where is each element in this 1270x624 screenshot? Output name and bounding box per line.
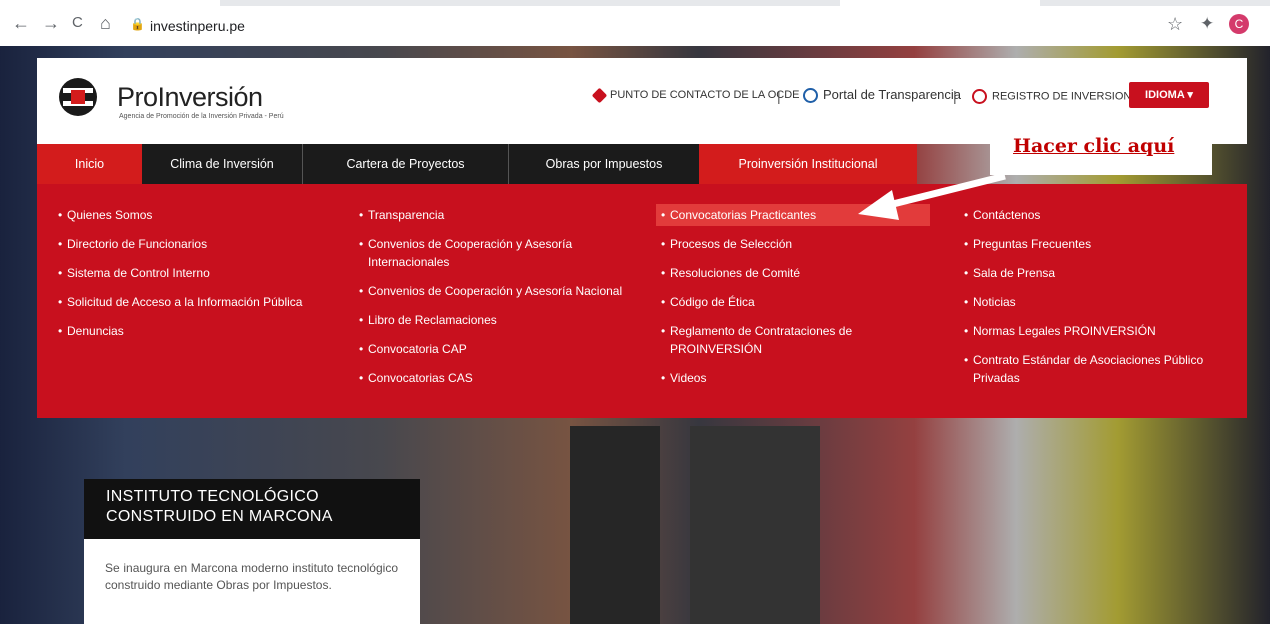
header-separator: |: [777, 88, 781, 104]
brand-name[interactable]: ProInversión: [117, 82, 263, 113]
address-bar[interactable]: investinperu.pe: [150, 18, 245, 34]
bookmark-star-icon[interactable]: ☆: [1167, 14, 1183, 35]
institutional-dropdown-menu: Quienes Somos Directorio de Funcionarios…: [37, 184, 1247, 418]
annotation-text: Hacer clic aquí: [1013, 135, 1175, 157]
menu-item-libro-reclamaciones[interactable]: Libro de Reclamaciones: [359, 311, 638, 329]
menu-item-transparencia[interactable]: Transparencia: [359, 206, 638, 224]
lock-icon: 🔒: [130, 17, 145, 31]
dropdown-column-1: Quienes Somos Directorio de Funcionarios…: [58, 206, 337, 351]
header-separator-2: |: [953, 88, 957, 104]
dropdown-column-2: Transparencia Convenios de Cooperación y…: [359, 206, 638, 398]
transparency-portal-label: Portal de Transparencia: [823, 87, 962, 102]
menu-item-contrato-estandar[interactable]: Contrato Estándar de Asociaciones Públic…: [964, 351, 1243, 387]
menu-item-preguntas-frecuentes[interactable]: Preguntas Frecuentes: [964, 235, 1243, 253]
tab-strip-right: [1040, 0, 1270, 6]
nav-cartera-de-proyectos[interactable]: Cartera de Proyectos: [303, 144, 509, 184]
registro-icon: [972, 89, 987, 104]
menu-item-control-interno[interactable]: Sistema de Control Interno: [58, 264, 337, 282]
dropdown-column-4: Contáctenos Preguntas Frecuentes Sala de…: [964, 206, 1243, 398]
menu-item-reglamento-contrataciones[interactable]: Reglamento de Contrataciones de PROINVER…: [661, 322, 940, 358]
menu-item-convenios-internacionales[interactable]: Convenios de Cooperación y Asesoría Inte…: [359, 235, 638, 271]
ocde-contact-label: PUNTO DE CONTACTO DE LA OCDE: [610, 89, 800, 101]
hero-body-card: Se inaugura en Marcona moderno instituto…: [84, 539, 420, 624]
menu-item-procesos-seleccion[interactable]: Procesos de Selección: [661, 235, 940, 253]
nav-clima-de-inversion[interactable]: Clima de Inversión: [142, 144, 303, 184]
pte-icon: [803, 88, 818, 104]
main-navigation: Inicio Clima de Inversión Cartera de Pro…: [37, 144, 917, 184]
menu-item-acceso-informacion[interactable]: Solicitud de Acceso a la Información Púb…: [58, 293, 337, 311]
menu-item-sala-prensa[interactable]: Sala de Prensa: [964, 264, 1243, 282]
tab-strip: [220, 0, 840, 6]
menu-item-normas-legales[interactable]: Normas Legales PROINVERSIÓN: [964, 322, 1243, 340]
profile-avatar[interactable]: C: [1229, 14, 1249, 34]
ocde-icon: [591, 87, 608, 103]
photo-sculpture: [570, 426, 660, 624]
menu-item-denuncias[interactable]: Denuncias: [58, 322, 337, 340]
menu-item-videos[interactable]: Videos: [661, 369, 940, 387]
hero-description: Se inaugura en Marcona moderno instituto…: [105, 561, 398, 592]
home-icon[interactable]: ⌂: [100, 14, 111, 32]
nav-inicio[interactable]: Inicio: [37, 144, 142, 184]
hero-title-card[interactable]: INSTITUTO TECNOLÓGICO CONSTRUIDO EN MARC…: [84, 479, 420, 539]
menu-item-contactenos[interactable]: Contáctenos: [964, 206, 1243, 224]
menu-item-codigo-etica[interactable]: Código de Ética: [661, 293, 940, 311]
menu-item-quienes-somos[interactable]: Quienes Somos: [58, 206, 337, 224]
forward-icon[interactable]: →: [42, 14, 60, 32]
menu-item-resoluciones-comite[interactable]: Resoluciones de Comité: [661, 264, 940, 282]
hero-title: INSTITUTO TECNOLÓGICO CONSTRUIDO EN MARC…: [106, 488, 333, 525]
reload-icon[interactable]: C: [72, 14, 83, 32]
transparency-portal-link[interactable]: Portal de Transparencia: [803, 87, 962, 104]
ocde-contact-link[interactable]: PUNTO DE CONTACTO DE LA OCDE: [591, 87, 800, 103]
menu-item-convocatorias-practicantes[interactable]: Convocatorias Practicantes: [661, 206, 940, 224]
nav-proinversion-institucional[interactable]: Proinversión Institucional: [699, 144, 917, 184]
annotation-callout: Hacer clic aquí: [990, 127, 1212, 175]
menu-item-convenios-nacional[interactable]: Convenios de Cooperación y Asesoría Naci…: [359, 282, 638, 300]
dropdown-column-3: Convocatorias Practicantes Procesos de S…: [661, 206, 940, 398]
proinversion-logo-icon[interactable]: [59, 78, 97, 116]
menu-item-convocatoria-cap[interactable]: Convocatoria CAP: [359, 340, 638, 358]
extensions-icon[interactable]: ✦: [1200, 14, 1214, 34]
menu-item-directorio-funcionarios[interactable]: Directorio de Funcionarios: [58, 235, 337, 253]
browser-toolbar: ← → C ⌂ 🔒 investinperu.pe ☆ ✦ C: [0, 0, 1270, 47]
nav-obras-por-impuestos[interactable]: Obras por Impuestos: [509, 144, 699, 184]
menu-item-noticias[interactable]: Noticias: [964, 293, 1243, 311]
photo-sculpture-right: [690, 426, 820, 624]
brand-tagline: Agencia de Promoción de la Inversión Pri…: [119, 113, 284, 120]
menu-item-convocatorias-cas[interactable]: Convocatorias CAS: [359, 369, 638, 387]
language-dropdown-button[interactable]: IDIOMA ▾: [1129, 82, 1209, 108]
back-icon[interactable]: ←: [12, 14, 30, 32]
